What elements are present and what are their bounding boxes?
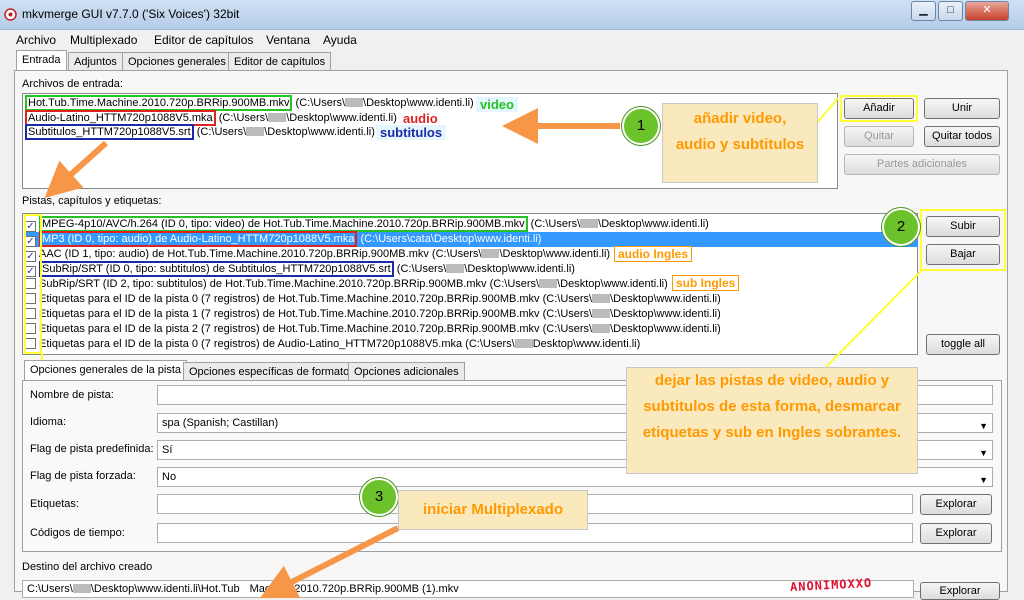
redacted-username <box>592 324 611 333</box>
tab-track-additional[interactable]: Opciones adicionales <box>348 362 465 381</box>
output-label: Destino del archivo creado <box>22 561 153 573</box>
highlight-checkboxes <box>24 214 42 354</box>
minimize-button[interactable]: ▁ <box>911 1 936 21</box>
move-down-button[interactable]: Bajar <box>926 244 1000 265</box>
annotation-video-tag: video <box>476 97 518 112</box>
list-item[interactable]: Hot.Tub.Time.Machine.2010.720p.BRRip.900… <box>25 95 474 111</box>
annotation-sub-en-tag: sub Ingles <box>672 275 740 291</box>
step3-callout: iniciar Multiplexado <box>398 490 588 530</box>
redacted-username <box>539 279 558 288</box>
tab-track-format[interactable]: Opciones específicas de formato <box>183 362 356 381</box>
file-name: Subtitulos_HTTM720p1088V5.srt <box>25 124 194 140</box>
redacted-username <box>72 584 91 593</box>
remove-button[interactable]: Quitar <box>844 126 914 147</box>
forced-flag-label: Flag de pista forzada: <box>30 470 136 482</box>
tab-adjuntos[interactable]: Adjuntos <box>68 52 123 71</box>
redacted-username <box>481 249 500 258</box>
close-button[interactable]: ✕ <box>965 1 1009 21</box>
toggle-all-button[interactable]: toggle all <box>926 334 1000 355</box>
track-row-tags-audio[interactable]: Etiquetas para el ID de la pista 0 (7 re… <box>25 337 640 352</box>
list-item[interactable]: Subtitulos_HTTM720p1088V5.srt (C:\Users\… <box>25 124 375 140</box>
track-row-tags-2[interactable]: Etiquetas para el ID de la pista 2 (7 re… <box>25 322 721 337</box>
annotation-subs-tag: subtitulos <box>376 125 447 140</box>
default-flag-label: Flag de pista predefinida: <box>30 443 154 455</box>
track-row-subs-en[interactable]: SubRip/SRT (ID 2, tipo: subtitulos) de H… <box>25 277 668 292</box>
step3-badge: 3 <box>360 478 398 516</box>
timecodes-browse-button[interactable]: Explorar <box>920 523 992 544</box>
step1-badge: 1 <box>622 107 660 145</box>
additional-parts-button[interactable]: Partes adicionales <box>844 154 1000 175</box>
track-row-video[interactable]: ✓ MPEG-4p10/AVC/h.264 (ID 0, tipo: video)… <box>25 216 915 232</box>
redacted-username <box>446 264 465 273</box>
dropdown-arrow-icon: ▼ <box>979 475 988 485</box>
menu-archivo[interactable]: Archivo <box>16 33 56 47</box>
tab-entrada[interactable]: Entrada <box>16 50 67 71</box>
redacted-username <box>592 309 611 318</box>
move-up-button[interactable]: Subir <box>926 216 1000 237</box>
tracks-label: Pistas, capítulos y etiquetas: <box>22 195 162 207</box>
menu-editor-capitulos[interactable]: Editor de capítulos <box>154 33 253 47</box>
remove-all-button[interactable]: Quitar todos <box>924 126 1000 147</box>
step2-callout: dejar las pistas de video, audio y subti… <box>626 367 918 474</box>
window-title: mkvmerge GUI v7.7.0 ('Six Voices') 32bit <box>22 7 240 21</box>
tags-browse-button[interactable]: Explorar <box>920 494 992 515</box>
redacted-username <box>246 127 265 136</box>
step1-callout: añadir video, audio y subtitulos <box>662 103 818 183</box>
dropdown-arrow-icon: ▼ <box>979 448 988 458</box>
menu-multiplexado[interactable]: Multiplexado <box>70 33 137 47</box>
track-name-label: Nombre de pista: <box>30 389 114 401</box>
timecodes-label: Códigos de tiempo: <box>30 527 125 539</box>
output-path-input[interactable]: C:\Users\ \Desktop\www.identi.li\Hot.Tub M… <box>22 580 914 598</box>
track-row-audio-latino[interactable]: ✓ MP3 (ID 0, tipo: audio) de Audio-Latino… <box>25 231 918 247</box>
track-row-tags-0[interactable]: Etiquetas para el ID de la pista 0 (7 re… <box>25 292 721 307</box>
add-button[interactable]: Añadir <box>844 98 914 119</box>
track-row-tags-1[interactable]: Etiquetas para el ID de la pista 1 (7 re… <box>25 307 721 322</box>
file-name: Hot.Tub.Time.Machine.2010.720p.BRRip.900… <box>25 95 293 111</box>
menu-ventana[interactable]: Ventana <box>266 33 310 47</box>
track-row-subs[interactable]: ✓ SubRip/SRT (ID 0, tipo: subtitulos) de … <box>25 261 575 277</box>
menu-ayuda[interactable]: Ayuda <box>323 33 357 47</box>
redacted-username <box>345 98 364 107</box>
track-row-audio-en[interactable]: ✓ AAC (ID 1, tipo: audio) de Hot.Tub.Time… <box>25 247 610 262</box>
tab-track-general[interactable]: Opciones generales de la pista <box>24 360 188 381</box>
output-browse-button[interactable]: Explorar <box>920 582 1000 600</box>
join-button[interactable]: Unir <box>924 98 1000 119</box>
tab-opciones-generales[interactable]: Opciones generales <box>122 52 232 71</box>
annotation-audio-en-tag: audio Ingles <box>614 246 693 262</box>
dropdown-arrow-icon: ▼ <box>979 421 988 431</box>
redacted-username <box>514 339 533 348</box>
maximize-button[interactable]: □ <box>938 1 963 21</box>
redacted-username <box>592 294 611 303</box>
input-files-label: Archivos de entrada: <box>22 78 123 90</box>
app-icon <box>4 8 17 21</box>
language-label: Idioma: <box>30 416 67 428</box>
redacted-username <box>580 219 599 228</box>
annotation-audio-tag: audio <box>403 111 438 126</box>
tags-label: Etiquetas: <box>30 498 79 510</box>
step2-badge: 2 <box>882 208 920 246</box>
tab-editor-capitulos[interactable]: Editor de capítulos <box>228 52 332 71</box>
redacted-username <box>268 113 287 122</box>
